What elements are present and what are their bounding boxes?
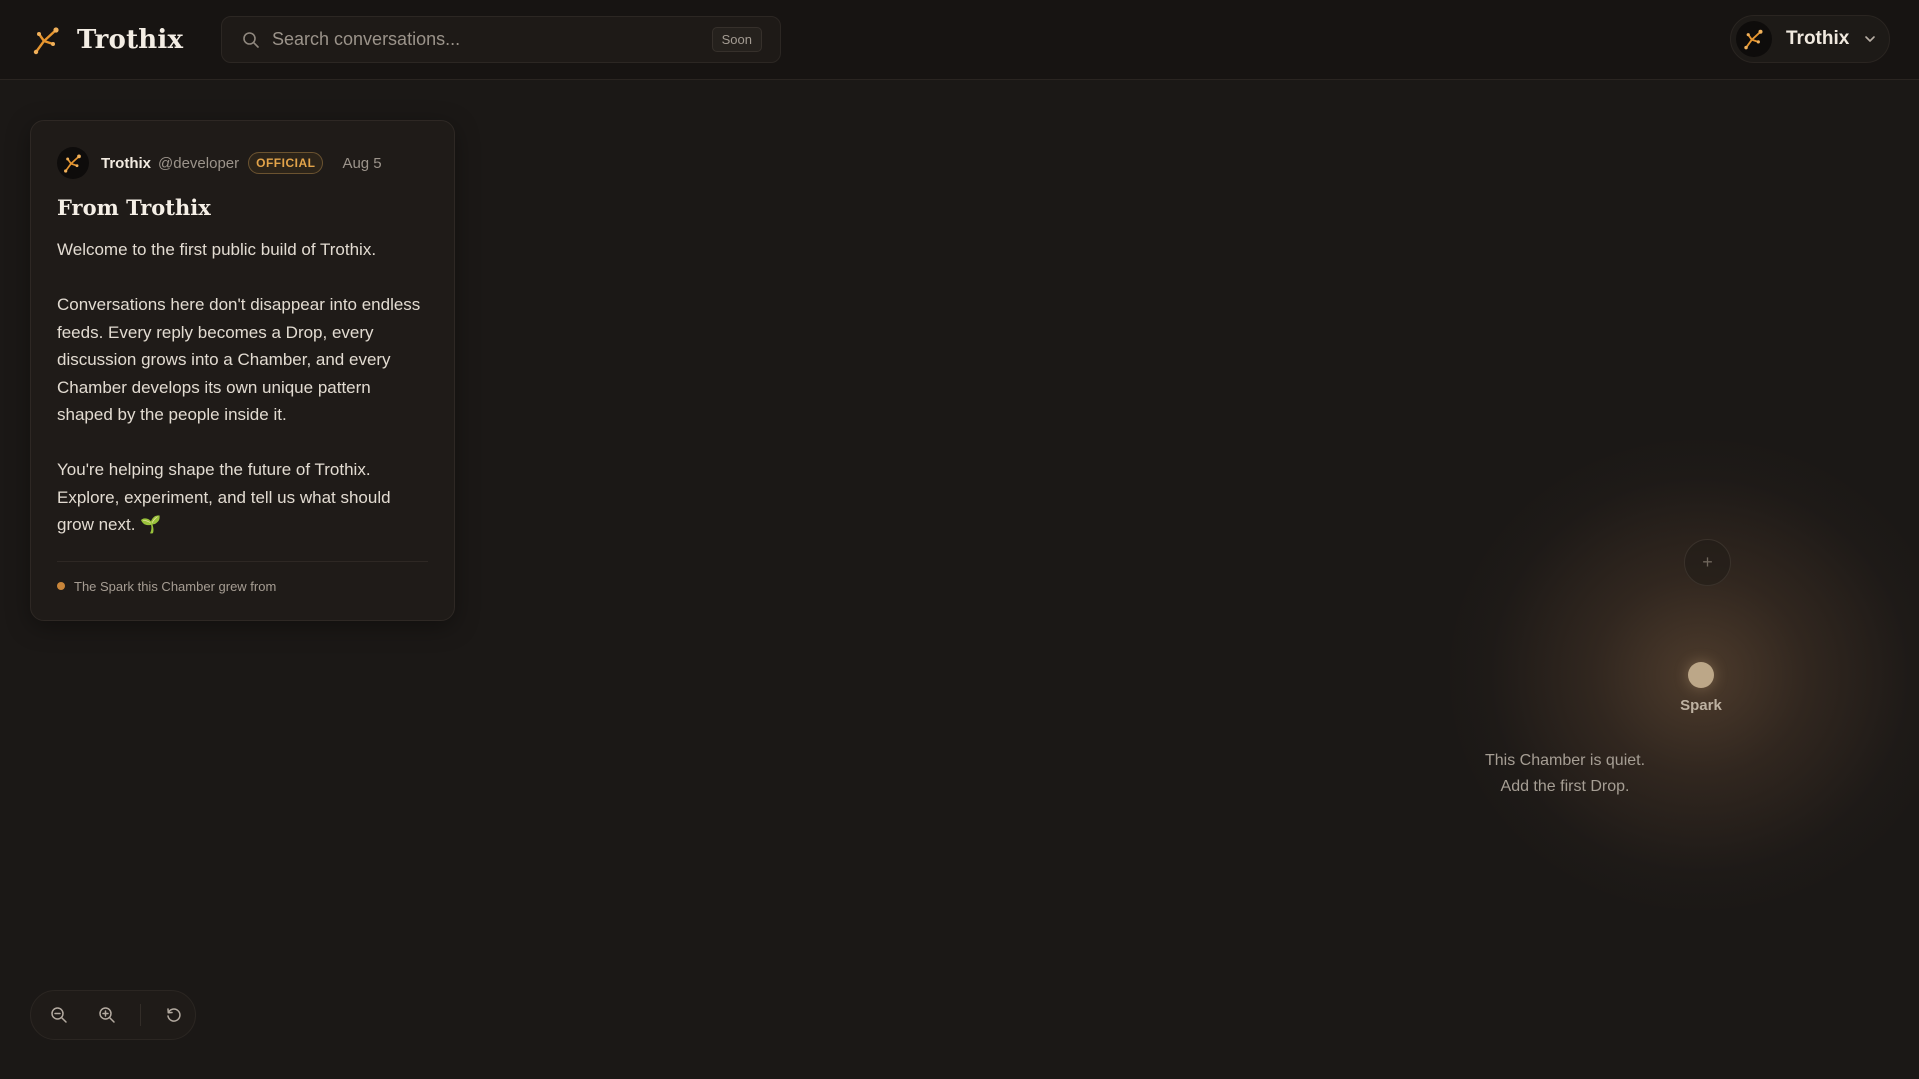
chevron-down-icon: [1865, 36, 1876, 42]
account-name: Trothix: [1786, 28, 1850, 49]
post-meta: Trothix @developer OFFICIAL Aug 5: [57, 147, 428, 179]
empty-state-text: This Chamber is quiet.: [1484, 752, 1646, 769]
post-paragraph: Conversations here don't disappear into …: [57, 295, 421, 424]
brand[interactable]: Trothix: [29, 20, 183, 60]
author-avatar[interactable]: [57, 147, 89, 179]
trothix-logo-icon: [64, 154, 81, 173]
search-box[interactable]: Soon: [221, 16, 781, 63]
post-date: Aug 5: [342, 154, 382, 172]
avatar: [1736, 21, 1772, 57]
zoom-out-button[interactable]: [44, 1000, 74, 1030]
zoom-out-icon: [51, 1007, 67, 1023]
post-footer-text: The Spark this Chamber grew from: [74, 578, 277, 594]
empty-state-text: Add the first Drop.: [1500, 778, 1630, 795]
spark-dot-icon: [57, 582, 65, 590]
search-input[interactable]: [272, 17, 712, 62]
post-paragraph: Welcome to the first public build of Tro…: [57, 240, 377, 259]
trothix-logo-icon: [33, 27, 59, 55]
app-root: Trothix Soon Trothix: [0, 0, 1919, 1079]
post-title: From Trothix: [57, 195, 211, 220]
post-handle[interactable]: @developer: [158, 155, 239, 172]
account-menu-button[interactable]: Trothix: [1730, 15, 1890, 63]
spark-node[interactable]: [1688, 662, 1714, 688]
reset-view-icon: [167, 1008, 181, 1022]
zoom-controls: [30, 990, 196, 1040]
plus-icon: +: [1702, 552, 1713, 572]
divider: [140, 1004, 141, 1026]
brand-name: Trothix: [77, 25, 184, 55]
spark-label: Spark: [1680, 697, 1722, 714]
search-icon: [243, 31, 259, 48]
divider: [57, 560, 428, 562]
official-badge: OFFICIAL: [248, 152, 324, 174]
soon-badge: Soon: [711, 27, 762, 52]
add-drop-button[interactable]: +: [1684, 539, 1731, 586]
spark-post-card: Trothix @developer OFFICIAL Aug 5 From T…: [30, 120, 455, 621]
trothix-logo-icon: [1744, 29, 1763, 50]
zoom-in-button[interactable]: [92, 1000, 122, 1030]
spark-glow: [1450, 440, 1919, 910]
top-bar: Trothix Soon Trothix: [0, 0, 1919, 80]
post-footer: The Spark this Chamber grew from: [57, 579, 428, 594]
zoom-in-icon: [99, 1007, 115, 1023]
reset-view-button[interactable]: [159, 1000, 189, 1030]
post-body: Welcome to the first public build of Tro…: [57, 236, 428, 539]
post-author[interactable]: Trothix: [101, 155, 151, 172]
post-paragraph: You're helping shape the future of Troth…: [57, 460, 391, 534]
